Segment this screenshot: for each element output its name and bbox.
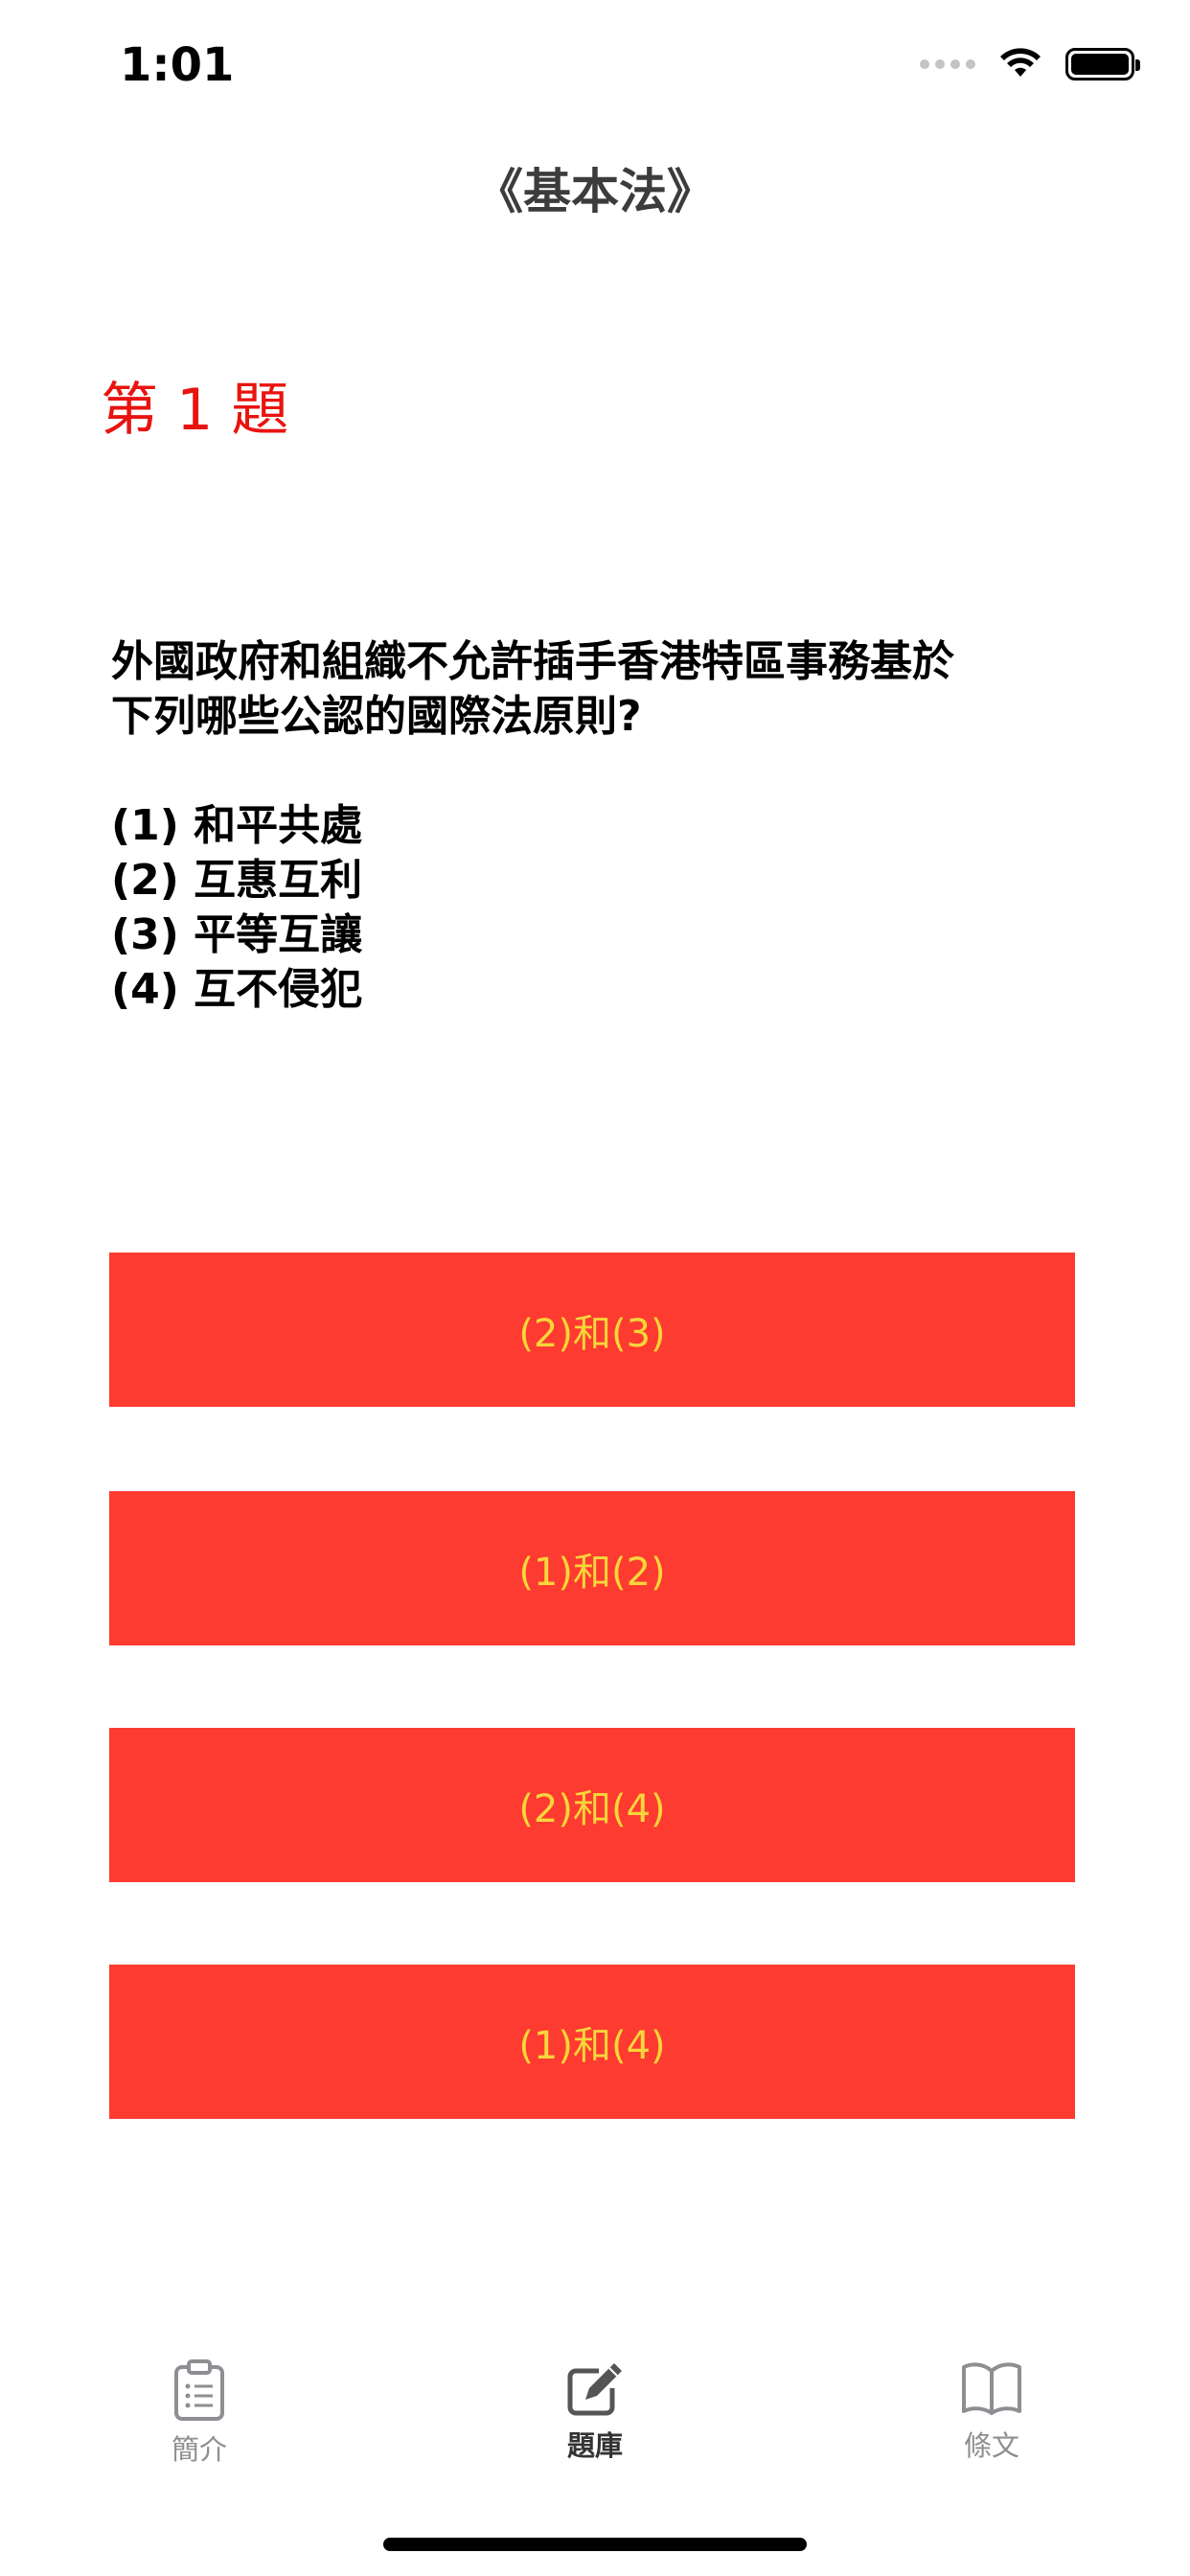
tab-label: 條文 bbox=[963, 2429, 1019, 2462]
clipboard-icon bbox=[174, 2359, 224, 2421]
question-number: 第 1 題 bbox=[101, 377, 289, 444]
question-line: 下列哪些公認的國際法原則? bbox=[111, 692, 642, 741]
status-time: 1:01 bbox=[120, 38, 235, 92]
question-text: 外國政府和組織不允許插手香港特區事務基於 下列哪些公認的國際法原則? (1) 和… bbox=[111, 634, 1088, 1017]
tab-question-bank[interactable]: 題庫 bbox=[518, 2359, 672, 2463]
cellular-signal-icon bbox=[920, 59, 975, 69]
tab-label: 簡介 bbox=[171, 2433, 227, 2466]
question-option: (4) 互不侵犯 bbox=[111, 965, 363, 1014]
question-option: (2) 互惠互利 bbox=[111, 856, 363, 905]
book-icon bbox=[962, 2362, 1021, 2415]
page-title: 《基本法》 bbox=[475, 164, 715, 219]
question-option: (1) 和平共處 bbox=[111, 801, 363, 850]
tab-introduction[interactable]: 簡介 bbox=[123, 2359, 276, 2467]
status-icons bbox=[920, 40, 1140, 88]
answer-button-4[interactable]: (1)和(4) bbox=[109, 1965, 1075, 2119]
edit-icon bbox=[567, 2363, 622, 2416]
wifi-icon bbox=[1000, 48, 1041, 77]
battery-icon bbox=[1065, 48, 1140, 80]
question-option: (3) 平等互讓 bbox=[111, 910, 363, 959]
answer-button-3[interactable]: (2)和(4) bbox=[109, 1728, 1075, 1882]
answer-button-2[interactable]: (1)和(2) bbox=[109, 1491, 1075, 1645]
tab-articles[interactable]: 條文 bbox=[915, 2359, 1068, 2463]
question-line: 外國政府和組織不允許插手香港特區事務基於 bbox=[111, 637, 954, 686]
answer-button-1[interactable]: (2)和(3) bbox=[109, 1253, 1075, 1407]
home-indicator[interactable] bbox=[383, 2538, 807, 2551]
tab-label: 題庫 bbox=[566, 2429, 623, 2462]
